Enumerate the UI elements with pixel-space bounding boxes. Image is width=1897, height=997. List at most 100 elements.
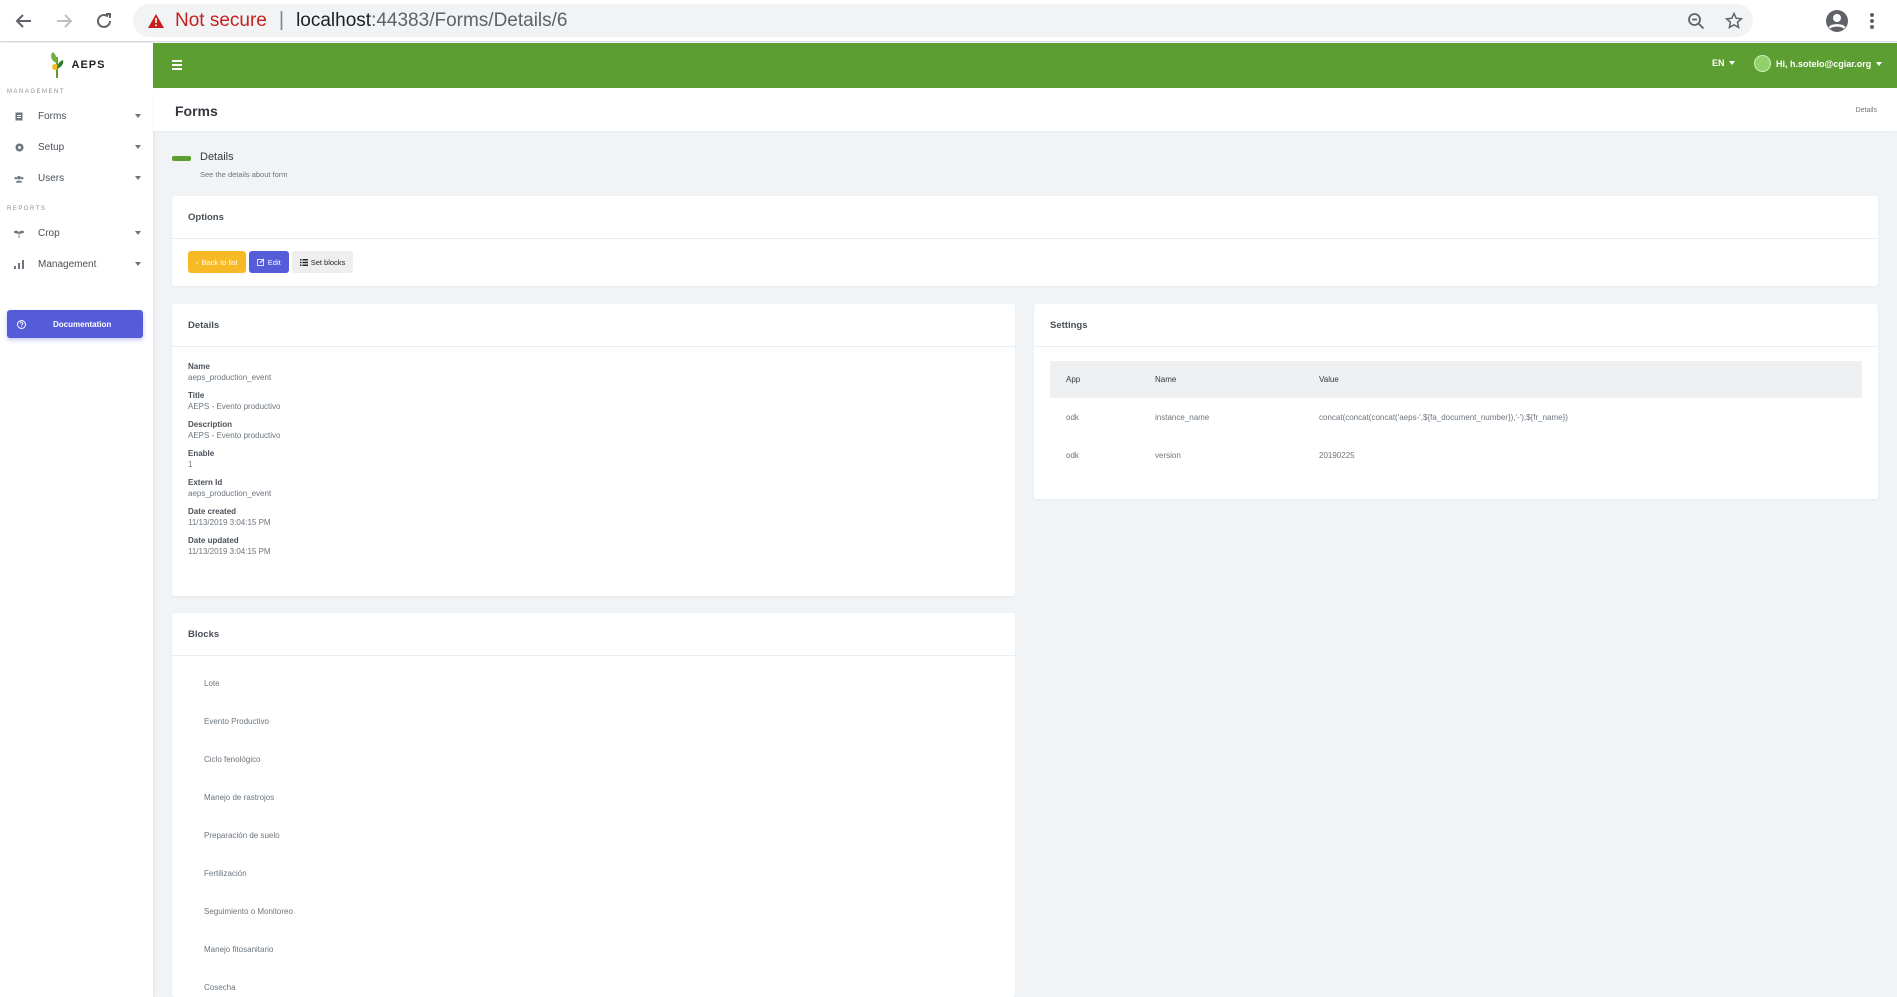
security-label[interactable]: Not secure — [175, 10, 267, 32]
field-label-extern-id: Extern Id — [188, 478, 223, 487]
field-value-date-created: 11/13/2019 3:04:15 PM — [188, 518, 271, 527]
bookmark-star-icon[interactable] — [1725, 11, 1743, 30]
list-icon — [299, 258, 308, 266]
table-cell: version — [1155, 450, 1181, 460]
user-greeting: Hi, h.sotelo@cgiar.org — [1776, 58, 1872, 69]
back-arrow-icon[interactable] — [4, 1, 44, 41]
reports-section-title: REPORTS — [7, 206, 47, 212]
sidebar-item-management[interactable]: Management — [0, 249, 153, 280]
table-header-row: App Name Value — [1050, 361, 1862, 398]
field-value-extern-id: aeps_production_event — [188, 489, 272, 498]
details-card: Details Name aeps_production_event Title… — [172, 304, 1015, 596]
section-subtitle: See the details about form — [200, 170, 288, 179]
chevron-down-icon — [135, 176, 141, 180]
page-title-bar: Forms Details — [153, 88, 1897, 131]
list-item: Ciclo fenológico — [204, 755, 261, 764]
chevron-left-icon: ‹ — [196, 257, 199, 267]
sidebar-item-label: Management — [38, 259, 97, 270]
forward-arrow-icon[interactable] — [44, 1, 84, 41]
card-title: Options — [172, 196, 1878, 239]
sidebar-item-label: Crop — [38, 228, 60, 239]
sidebar-item-forms[interactable]: Forms — [0, 101, 153, 132]
chevron-down-icon — [1876, 61, 1883, 66]
zoom-out-icon[interactable] — [1687, 12, 1705, 30]
field-label-enable: Enable — [188, 449, 215, 458]
management-section-title: MANAGEMENT — [7, 89, 66, 95]
sidebar-item-crop[interactable]: Crop — [0, 218, 153, 249]
url-path: :44383/Forms/Details/6 — [371, 9, 568, 31]
chevron-down-icon — [135, 145, 141, 149]
app-header: EN Hi, h.sotelo@cgiar.org — [153, 43, 1897, 88]
app-logo[interactable]: AEPS — [0, 43, 153, 87]
sidebar-item-setup[interactable]: Setup — [0, 132, 153, 163]
documentation-label: Documentation — [53, 319, 112, 329]
section-accent-bar — [172, 156, 191, 161]
edit-icon — [256, 258, 265, 266]
table-cell: odk — [1066, 450, 1079, 460]
url-separator: | — [278, 9, 285, 31]
table-cell: 20190225 — [1319, 450, 1355, 460]
field-value-enable: 1 — [188, 460, 193, 469]
list-item: Manejo fitosanitario — [204, 945, 274, 954]
chevron-down-icon — [1728, 61, 1735, 65]
set-blocks-label: Set blocks — [310, 257, 346, 267]
sidebar-item-label: Forms — [38, 111, 67, 122]
sidebar-item-label: Setup — [38, 142, 65, 153]
gear-icon — [14, 143, 24, 153]
blocks-list: Lote Evento Productivo Ciclo fenológico … — [204, 679, 293, 997]
logo-text: AEPS — [71, 59, 106, 71]
column-header-app: App — [1050, 361, 1139, 398]
documentation-button[interactable]: Documentation — [7, 310, 143, 338]
reload-icon[interactable] — [84, 1, 124, 41]
plant-icon — [14, 229, 24, 239]
column-header-value: Value — [1303, 361, 1862, 398]
list-item: Fertilización — [204, 869, 247, 878]
chevron-down-icon — [135, 262, 141, 266]
edit-button[interactable]: Edit — [248, 251, 289, 273]
field-value-title: AEPS - Evento productivo — [188, 402, 281, 411]
field-label-date-updated: Date updated — [188, 536, 239, 545]
field-value-description: AEPS - Evento productivo — [188, 431, 281, 440]
table-cell: odk — [1066, 412, 1079, 422]
edit-label: Edit — [267, 257, 281, 267]
back-to-list-button[interactable]: ‹ Back to list — [188, 251, 246, 273]
browser-toolbar: Not secure | localhost:44383/Forms/Detai… — [0, 0, 1897, 42]
list-item: Lote — [204, 679, 220, 688]
sidebar: AEPS MANAGEMENT Forms Setup Users REPORT… — [0, 43, 153, 997]
settings-card: Settings App Name Value odk instance_nam… — [1034, 304, 1878, 499]
blocks-card: Blocks Lote Evento Productivo Ciclo feno… — [172, 613, 1015, 997]
page-title: Forms — [175, 103, 218, 119]
field-value-date-updated: 11/13/2019 3:04:15 PM — [188, 547, 271, 556]
chevron-down-icon — [135, 231, 141, 235]
sidebar-item-label: Users — [38, 173, 65, 184]
section-heading: Details — [200, 151, 234, 163]
list-item: Manejo de rastrojos — [204, 793, 275, 802]
form-icon — [14, 112, 24, 122]
options-button-row: ‹ Back to list Edit Set blocks — [188, 251, 354, 273]
help-circle-icon — [17, 319, 26, 329]
language-selector[interactable]: EN — [1712, 58, 1735, 68]
field-label-title: Title — [188, 391, 205, 400]
address-bar[interactable]: Not secure | localhost:44383/Forms/Detai… — [133, 4, 1753, 37]
back-to-list-label: Back to list — [201, 257, 238, 267]
profile-icon[interactable] — [1825, 9, 1849, 33]
table-row: odk version 20190225 — [1050, 436, 1862, 474]
options-card: Options ‹ Back to list Edit Set blocks — [172, 196, 1878, 286]
language-label: EN — [1712, 58, 1725, 68]
table-row: odk instance_name concat(concat(concat('… — [1050, 398, 1862, 436]
sidebar-item-users[interactable]: Users — [0, 163, 153, 194]
chevron-down-icon — [135, 114, 141, 118]
table-cell: concat(concat(concat('aeps-',${fa_docume… — [1319, 412, 1568, 422]
card-title: Settings — [1034, 304, 1878, 347]
list-item: Evento Productivo — [204, 717, 269, 726]
menu-toggle-icon[interactable] — [172, 60, 182, 70]
warning-icon — [148, 13, 164, 28]
list-item: Cosecha — [204, 983, 236, 992]
more-vertical-icon[interactable] — [1869, 12, 1875, 30]
field-label-description: Description — [188, 420, 233, 429]
set-blocks-button[interactable]: Set blocks — [291, 251, 354, 273]
card-title: Details — [172, 304, 1015, 347]
user-menu[interactable]: Hi, h.sotelo@cgiar.org — [1754, 55, 1883, 72]
field-label-date-created: Date created — [188, 507, 237, 516]
breadcrumb[interactable]: Details — [1856, 107, 1877, 114]
